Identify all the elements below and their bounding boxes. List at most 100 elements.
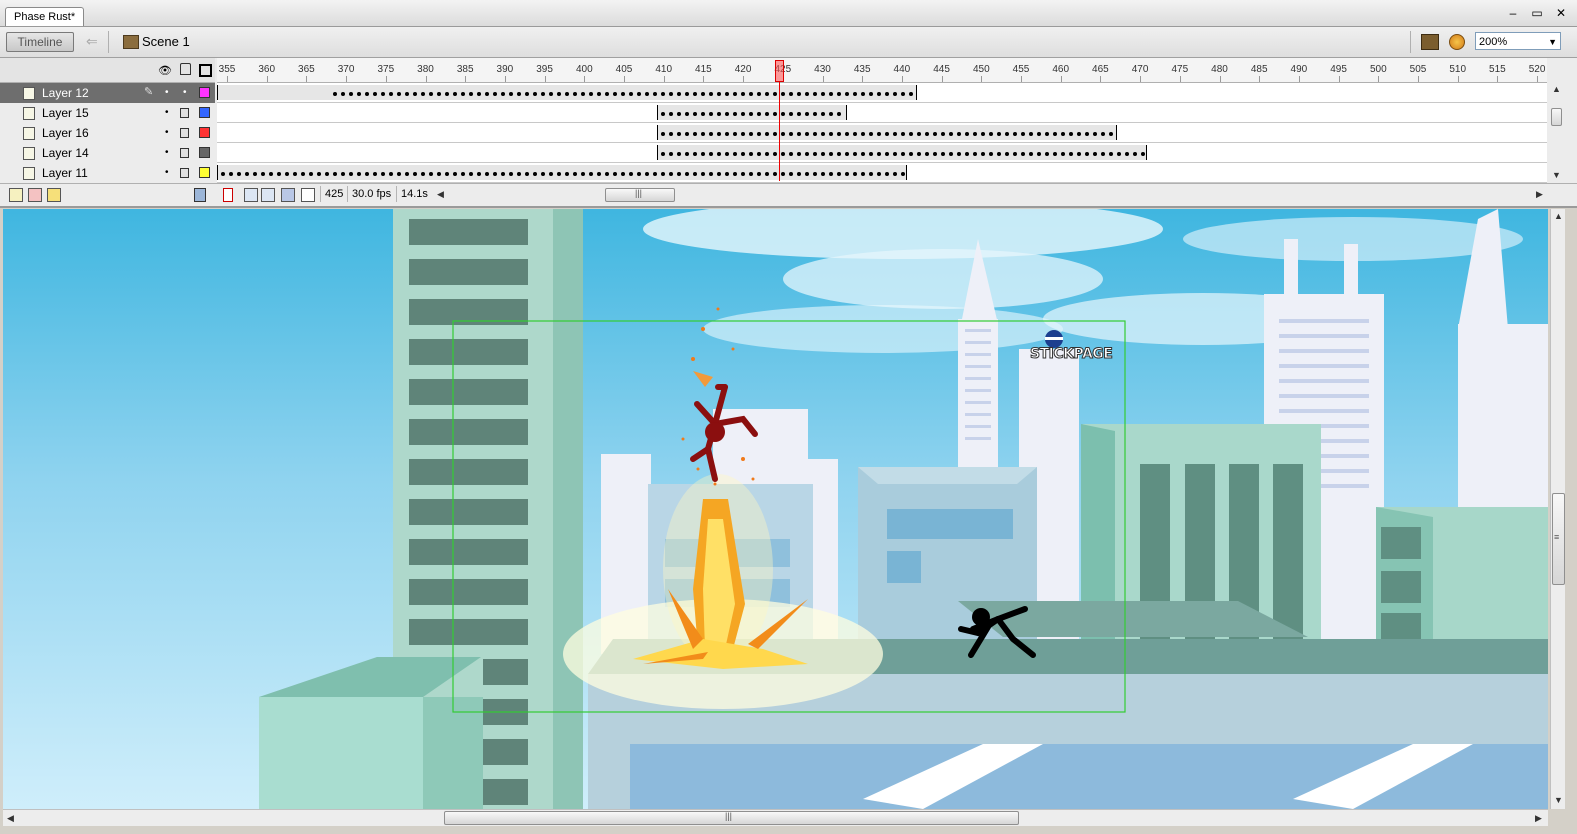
onion-skin-icon[interactable] <box>244 188 258 202</box>
keyframe[interactable] <box>661 172 665 176</box>
frame-row[interactable] <box>217 103 1547 123</box>
keyframe[interactable] <box>861 172 865 176</box>
keyframe[interactable] <box>221 172 225 176</box>
frame-row[interactable] <box>217 143 1547 163</box>
keyframe[interactable] <box>957 132 961 136</box>
keyframe[interactable] <box>549 92 553 96</box>
layer-name[interactable]: Layer 11 <box>42 166 88 180</box>
playhead[interactable] <box>775 60 784 82</box>
keyframe[interactable] <box>589 172 593 176</box>
keyframe[interactable] <box>797 112 801 116</box>
keyframe[interactable] <box>1133 152 1137 156</box>
keyframe[interactable] <box>229 172 233 176</box>
scroll-right-icon[interactable]: ▶ <box>1536 189 1543 200</box>
add-motion-guide-icon[interactable] <box>28 188 42 202</box>
keyframe[interactable] <box>437 172 441 176</box>
keyframe[interactable] <box>869 152 873 156</box>
keyframe[interactable] <box>861 92 865 96</box>
scroll-left-icon[interactable]: ◀ <box>7 813 14 824</box>
keyframe[interactable] <box>877 152 881 156</box>
keyframe[interactable] <box>1061 132 1065 136</box>
keyframe[interactable] <box>853 152 857 156</box>
keyframe[interactable] <box>949 132 953 136</box>
keyframe[interactable] <box>829 132 833 136</box>
keyframe[interactable] <box>853 132 857 136</box>
keyframe[interactable] <box>845 152 849 156</box>
keyframe[interactable] <box>421 172 425 176</box>
keyframe[interactable] <box>885 152 889 156</box>
keyframe[interactable] <box>869 92 873 96</box>
keyframe[interactable] <box>669 132 673 136</box>
keyframe[interactable] <box>789 132 793 136</box>
keyframe[interactable] <box>357 172 361 176</box>
keyframe[interactable] <box>917 132 921 136</box>
keyframe[interactable] <box>733 112 737 116</box>
keyframe[interactable] <box>605 92 609 96</box>
keyframe[interactable] <box>797 92 801 96</box>
keyframe[interactable] <box>733 172 737 176</box>
keyframe[interactable] <box>925 152 929 156</box>
keyframe[interactable] <box>901 172 905 176</box>
keyframe[interactable] <box>733 92 737 96</box>
keyframe[interactable] <box>789 112 793 116</box>
keyframe[interactable] <box>509 92 513 96</box>
keyframe[interactable] <box>877 132 881 136</box>
scroll-up-icon[interactable]: ▲ <box>1552 84 1561 94</box>
keyframe[interactable] <box>589 92 593 96</box>
keyframe[interactable] <box>581 172 585 176</box>
keyframe[interactable] <box>773 132 777 136</box>
keyframe[interactable] <box>813 152 817 156</box>
keyframe[interactable] <box>677 112 681 116</box>
keyframe[interactable] <box>1077 132 1081 136</box>
visibility-dot-icon[interactable]: • <box>165 147 169 158</box>
keyframe[interactable] <box>709 172 713 176</box>
keyframe[interactable] <box>725 152 729 156</box>
frame-row[interactable] <box>217 163 1547 183</box>
layer-row[interactable]: Layer 11 • <box>0 163 215 184</box>
keyframe[interactable] <box>469 172 473 176</box>
keyframe[interactable] <box>973 132 977 136</box>
keyframe[interactable] <box>389 92 393 96</box>
keyframe[interactable] <box>309 172 313 176</box>
keyframe[interactable] <box>845 92 849 96</box>
keyframe[interactable] <box>789 172 793 176</box>
keyframe[interactable] <box>413 172 417 176</box>
edit-scene-icon[interactable] <box>1421 34 1439 50</box>
keyframe[interactable] <box>509 172 513 176</box>
keyframe[interactable] <box>605 172 609 176</box>
keyframe[interactable] <box>733 152 737 156</box>
delete-layer-icon[interactable] <box>194 188 206 202</box>
visibility-dot-icon[interactable]: • <box>165 87 169 98</box>
layer-name[interactable]: Layer 14 <box>42 146 89 160</box>
keyframe[interactable] <box>517 92 521 96</box>
keyframe[interactable] <box>717 132 721 136</box>
keyframe[interactable] <box>781 132 785 136</box>
keyframe[interactable] <box>853 92 857 96</box>
keyframe[interactable] <box>877 92 881 96</box>
zoom-select[interactable]: 200% ▼ <box>1475 32 1561 50</box>
stage-horizontal-scrollbar[interactable]: ◀ ||| ▶ <box>3 809 1548 826</box>
keyframe[interactable] <box>933 132 937 136</box>
keyframe[interactable] <box>765 132 769 136</box>
keyframe[interactable] <box>477 172 481 176</box>
keyframe[interactable] <box>917 152 921 156</box>
keyframe[interactable] <box>725 112 729 116</box>
keyframe[interactable] <box>789 92 793 96</box>
back-arrow-icon[interactable]: ⇐ <box>86 33 98 50</box>
timeline-toggle-button[interactable]: Timeline <box>6 32 74 52</box>
keyframe[interactable] <box>749 132 753 136</box>
keyframe[interactable] <box>669 92 673 96</box>
restore-icon[interactable]: ▭ <box>1531 5 1543 21</box>
keyframe[interactable] <box>837 132 841 136</box>
keyframe[interactable] <box>445 92 449 96</box>
keyframe[interactable] <box>741 152 745 156</box>
keyframe[interactable] <box>805 112 809 116</box>
keyframe[interactable] <box>685 152 689 156</box>
keyframe[interactable] <box>821 92 825 96</box>
keyframe[interactable] <box>805 132 809 136</box>
frame-row[interactable] <box>217 83 1547 103</box>
layer-row[interactable]: Layer 15 • <box>0 103 215 124</box>
keyframe[interactable] <box>861 132 865 136</box>
keyframe[interactable] <box>1053 132 1057 136</box>
keyframe[interactable] <box>1005 152 1009 156</box>
